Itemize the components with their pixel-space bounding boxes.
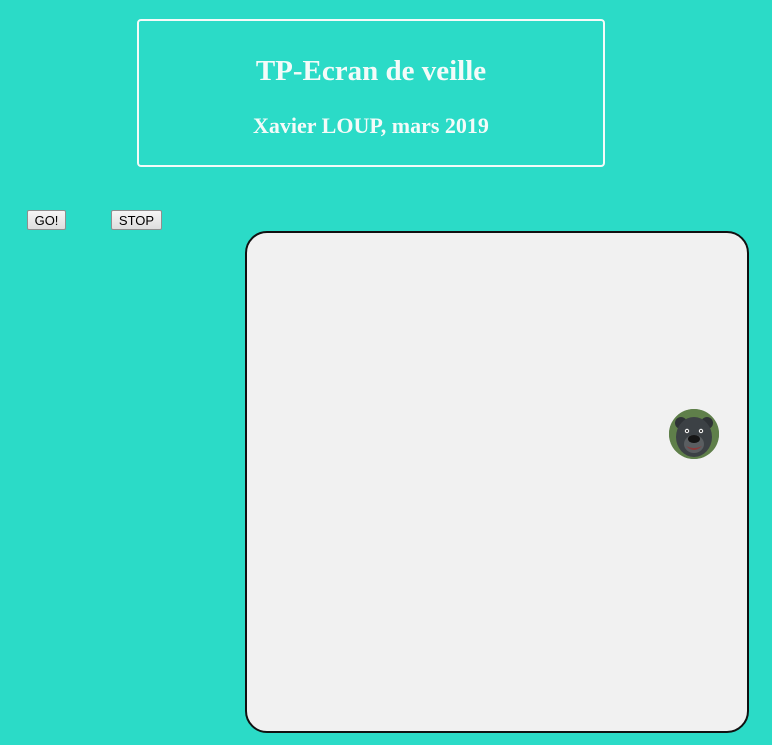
header-box: TP-Ecran de veille Xavier LOUP, mars 201… xyxy=(137,19,605,167)
page-title: TP-Ecran de veille xyxy=(255,55,487,87)
go-button[interactable]: GO! xyxy=(27,210,66,230)
screensaver-stage xyxy=(245,231,749,733)
stop-button[interactable]: STOP xyxy=(111,210,162,230)
bear-face-icon xyxy=(669,409,719,459)
page-subtitle: Xavier LOUP, mars 2019 xyxy=(253,113,489,138)
